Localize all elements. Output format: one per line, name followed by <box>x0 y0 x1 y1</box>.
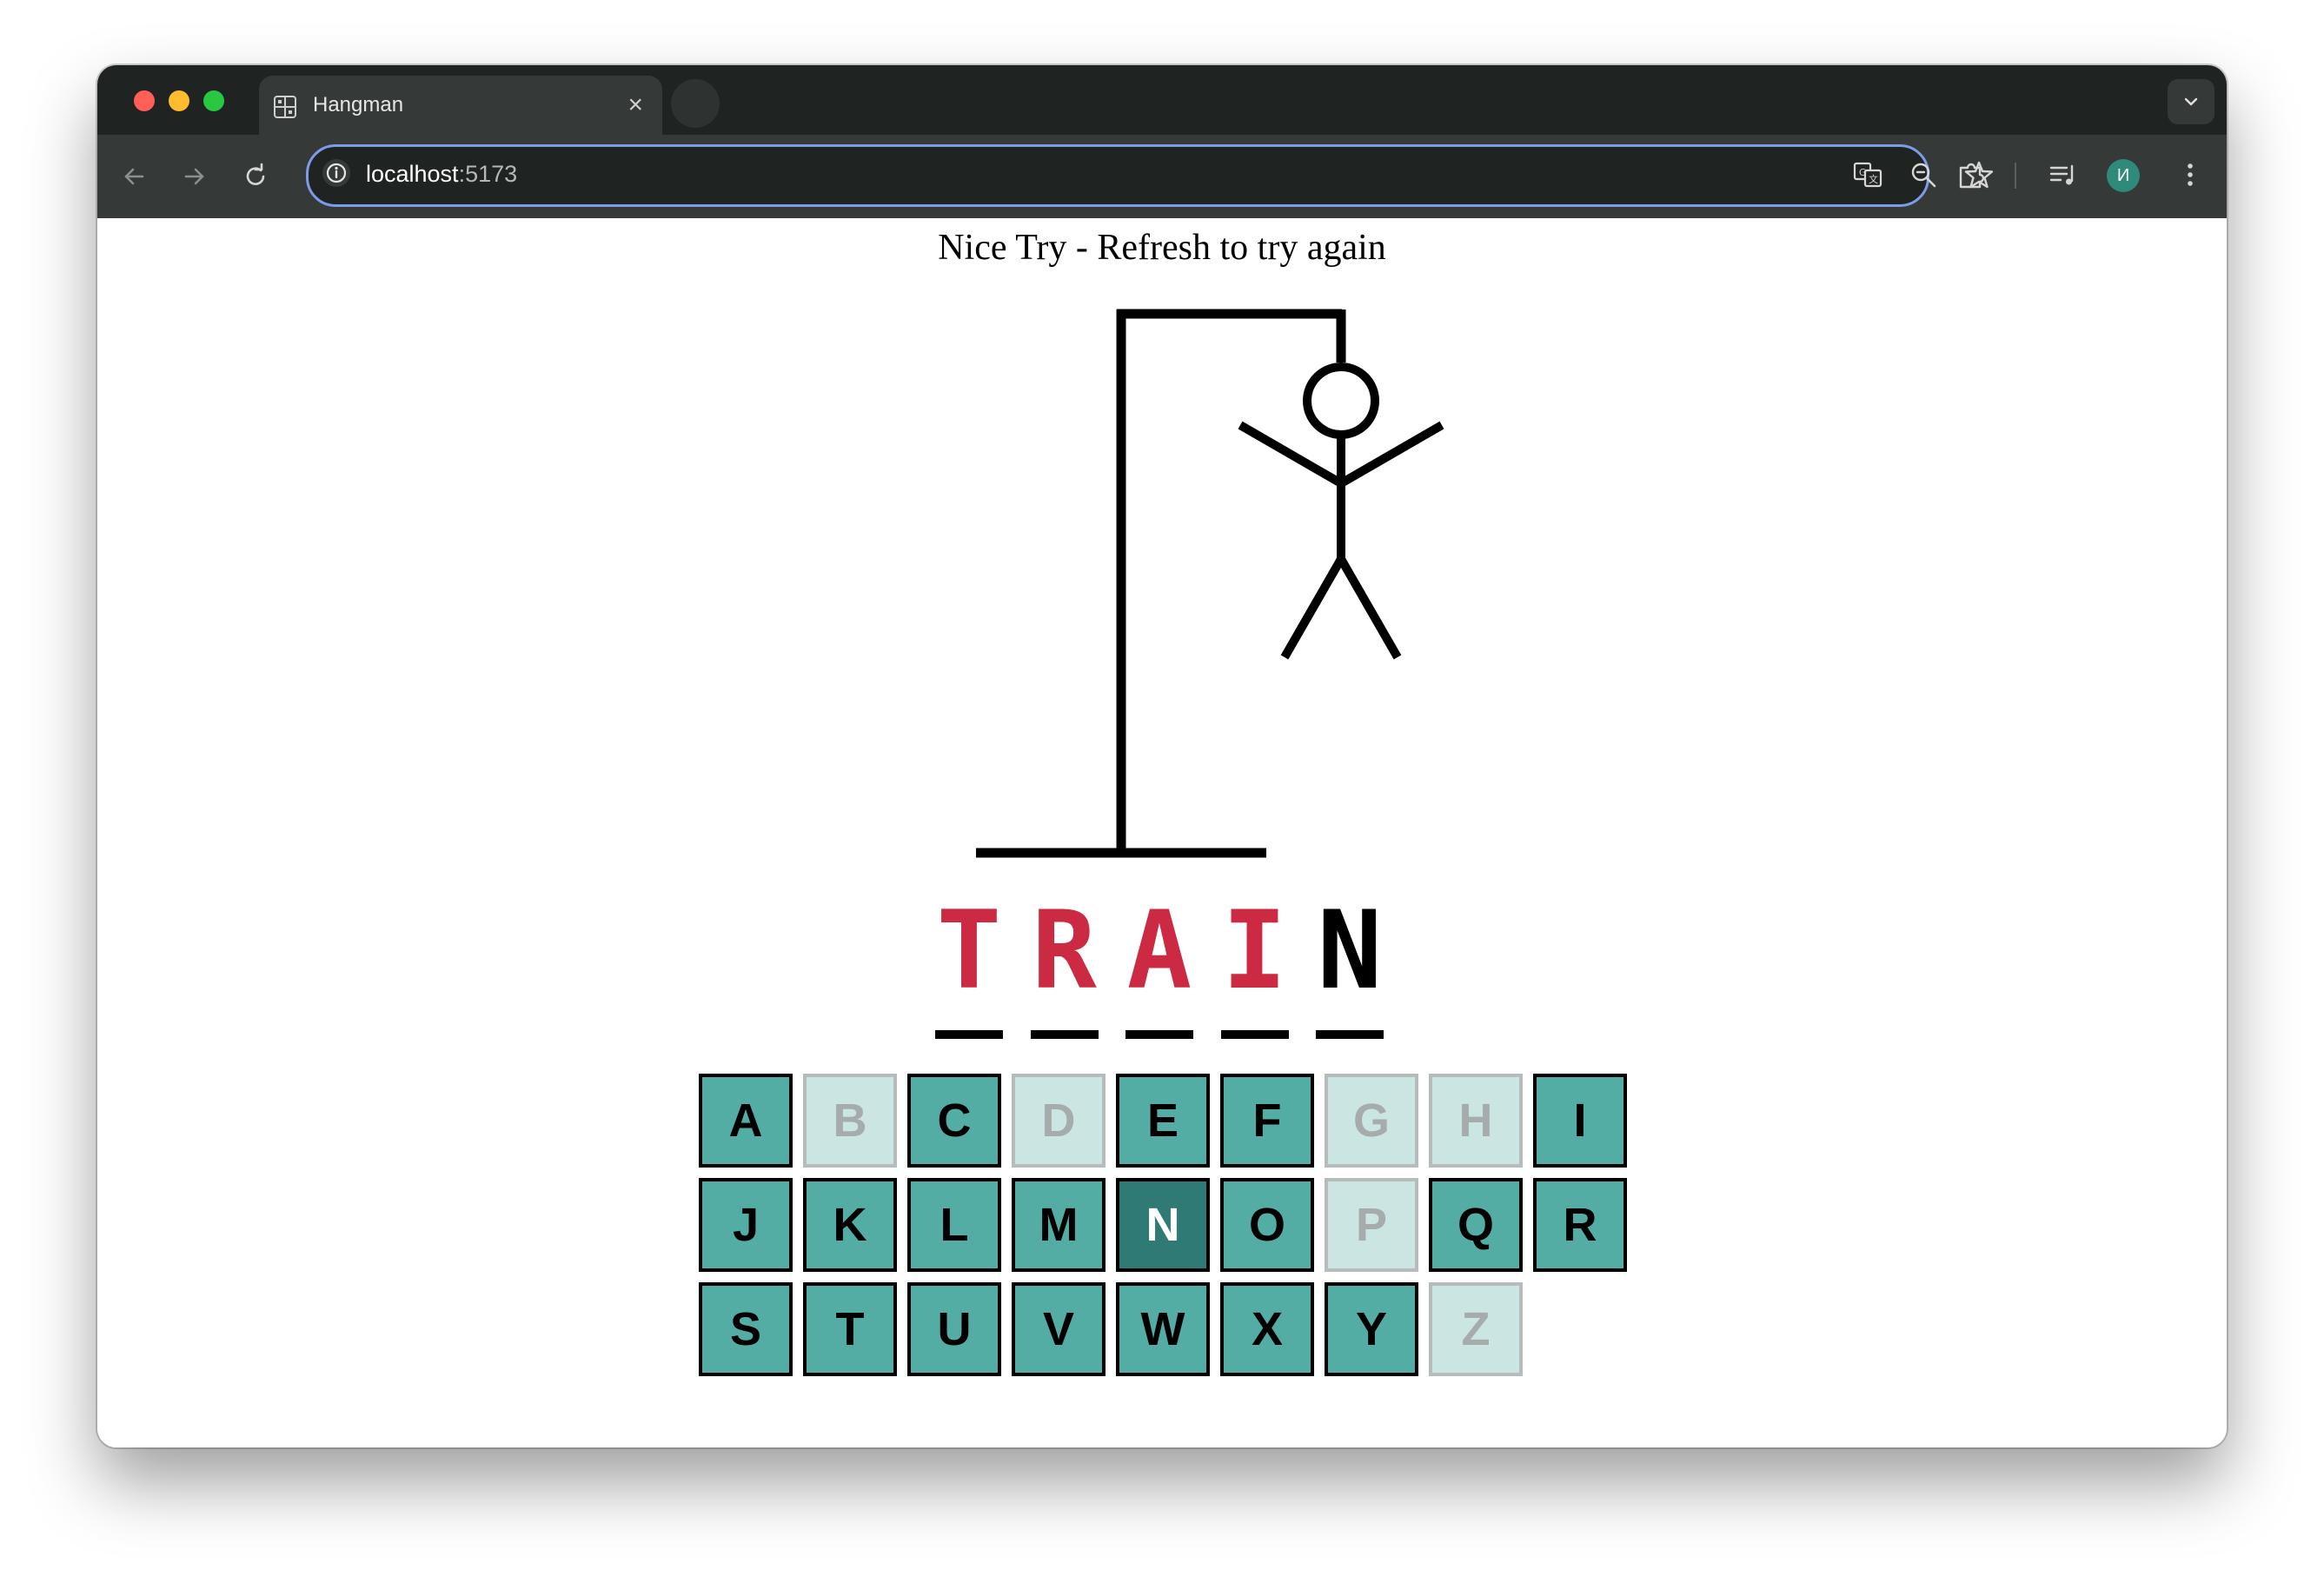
browser-toolbar: localhost:5173 G 文 И <box>97 135 2227 218</box>
letter-key-c[interactable]: C <box>907 1074 1001 1168</box>
svg-text:文: 文 <box>1869 173 1878 185</box>
tab-title: Hangman <box>313 93 404 116</box>
translate-button[interactable]: G 文 <box>1852 159 1883 190</box>
svg-text:G: G <box>1859 167 1867 178</box>
maximize-window-button[interactable] <box>203 90 224 111</box>
letter-key-j[interactable]: J <box>699 1178 793 1272</box>
letter-key-f[interactable]: F <box>1220 1074 1314 1168</box>
letter-key-w[interactable]: W <box>1116 1282 1210 1376</box>
hangman-head <box>1303 363 1379 439</box>
hangman-right-leg <box>1337 556 1402 660</box>
hangman-drawing <box>976 309 1444 858</box>
letter-key-v[interactable]: V <box>1012 1282 1106 1376</box>
word-letter: A <box>1126 888 1192 1014</box>
playlist-icon <box>2049 164 2074 185</box>
letter-key-h: H <box>1429 1074 1523 1168</box>
letter-key-t[interactable]: T <box>803 1282 897 1376</box>
letter-key-p: P <box>1325 1178 1418 1272</box>
toolbar-divider <box>2015 163 2016 189</box>
puzzle-icon <box>1959 163 1985 189</box>
minimize-window-button[interactable] <box>169 90 189 111</box>
chevron-down-icon <box>2184 97 2198 106</box>
zoom-button[interactable] <box>1908 159 1939 190</box>
url-host: localhost <box>366 161 459 187</box>
zoom-icon <box>1911 163 1936 188</box>
tab-search-button[interactable] <box>2168 79 2214 124</box>
letter-key-x[interactable]: X <box>1220 1282 1314 1376</box>
extensions-button[interactable] <box>1954 157 1989 192</box>
info-icon[interactable] <box>322 159 350 187</box>
letter-key-m[interactable]: M <box>1012 1178 1106 1272</box>
letter-key-g: G <box>1325 1074 1418 1168</box>
word-letter: I <box>1222 888 1287 1014</box>
letter-key-k[interactable]: K <box>803 1178 897 1272</box>
letter-key-i[interactable]: I <box>1533 1074 1627 1168</box>
letter-key-s[interactable]: S <box>699 1282 793 1376</box>
letter-key-b: B <box>803 1074 897 1168</box>
url-port: :5173 <box>458 161 518 187</box>
letter-key-o[interactable]: O <box>1220 1178 1314 1272</box>
letter-key-r[interactable]: R <box>1533 1178 1627 1272</box>
letter-keyboard: ABCDEFGHI JKLMNOPQR STUVWXYZ <box>699 1074 1627 1376</box>
word-letter: N <box>1317 888 1383 1014</box>
browser-window: Hangman × localhost:5173 G 文 И Nice Try … <box>97 65 2227 1447</box>
new-tab-button[interactable] <box>671 79 720 128</box>
close-icon[interactable]: × <box>627 90 643 121</box>
page-content: Nice Try - Refresh to try again TRAIN AB… <box>97 218 2227 1447</box>
grid-favicon-icon <box>274 96 296 118</box>
letter-key-q[interactable]: Q <box>1429 1178 1523 1272</box>
word-letter: R <box>1032 888 1097 1014</box>
forward-button[interactable] <box>177 159 212 194</box>
word-letter-slot: I <box>1220 868 1289 1039</box>
profile-avatar[interactable]: И <box>2107 159 2140 192</box>
address-bar[interactable]: localhost:5173 G 文 <box>306 144 1994 207</box>
word-letter: T <box>936 888 1002 1014</box>
letter-key-y[interactable]: Y <box>1325 1282 1418 1376</box>
word-letter-slot: R <box>1030 868 1099 1039</box>
letter-key-z: Z <box>1429 1282 1523 1376</box>
arrow-left-icon <box>124 168 144 185</box>
word-display: TRAIN <box>935 868 1408 1039</box>
word-letter-slot: N <box>1316 868 1384 1039</box>
hangman-left-leg <box>1280 556 1345 660</box>
letter-key-n[interactable]: N <box>1116 1178 1210 1272</box>
reload-icon <box>246 163 265 185</box>
back-button[interactable] <box>116 159 151 194</box>
word-letter-slot: A <box>1125 868 1193 1039</box>
letter-key-a[interactable]: A <box>699 1074 793 1168</box>
translate-icon: G 文 <box>1853 162 1882 188</box>
browser-menu-button[interactable] <box>2173 157 2208 192</box>
kebab-menu-icon <box>2188 163 2193 186</box>
close-window-button[interactable] <box>134 90 155 111</box>
reload-button[interactable] <box>238 159 273 194</box>
title-bar: Hangman × <box>97 65 2227 135</box>
media-controls-button[interactable] <box>2046 157 2081 192</box>
letter-key-e[interactable]: E <box>1116 1074 1210 1168</box>
tab-hangman[interactable]: Hangman × <box>259 76 662 135</box>
arrow-right-icon <box>184 168 204 185</box>
letter-key-d: D <box>1012 1074 1106 1168</box>
letter-key-u[interactable]: U <box>907 1282 1001 1376</box>
word-letter-slot: T <box>935 868 1003 1039</box>
url-text[interactable]: localhost:5173 <box>366 161 517 188</box>
letter-key-l[interactable]: L <box>907 1178 1001 1272</box>
